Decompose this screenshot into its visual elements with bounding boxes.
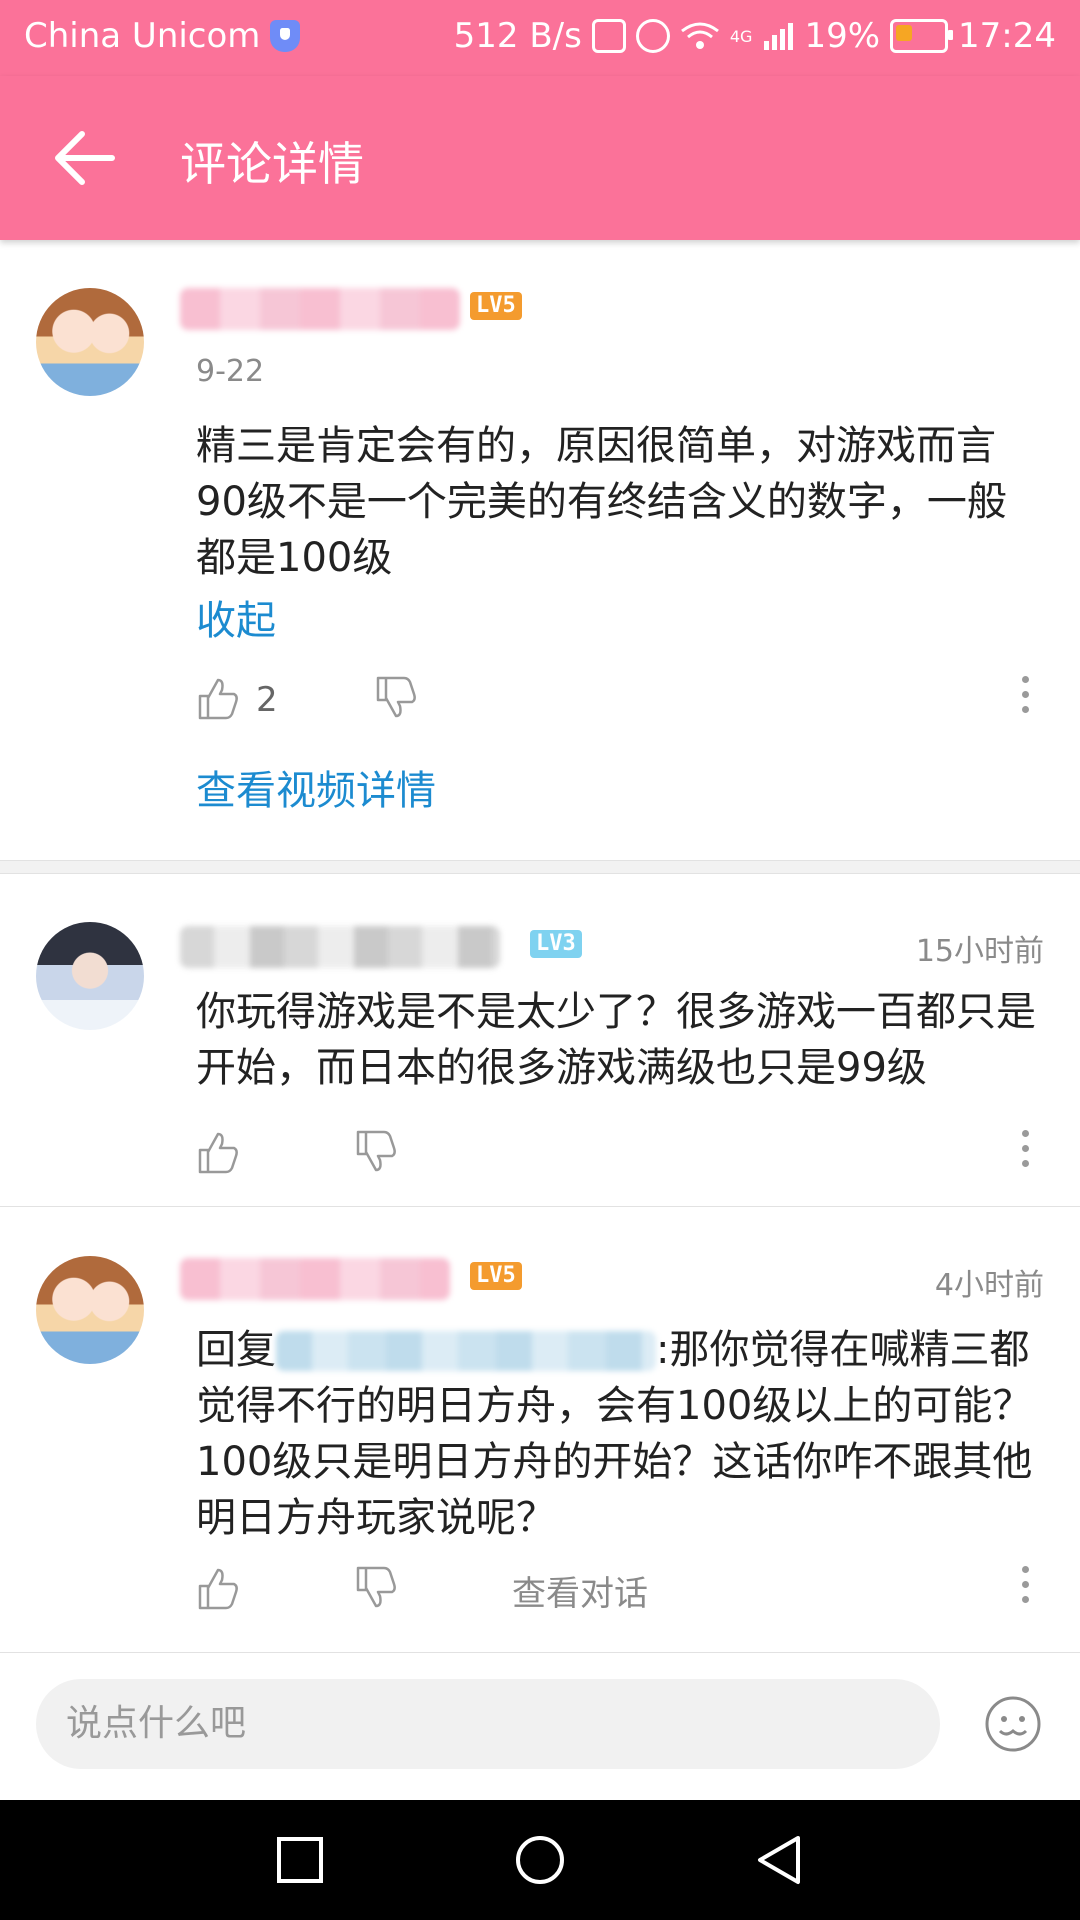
comment-input-bar: 说点什么吧: [0, 1652, 1080, 1801]
alarm-icon: [635, 19, 670, 53]
app-bar: 评论详情: [0, 76, 1080, 240]
network-type: 4G: [729, 26, 753, 46]
back-nav-icon[interactable]: [754, 1834, 806, 1886]
status-bar: China Unicom 512 B/s 4G 19% 17:24: [0, 0, 1080, 76]
avatar[interactable]: [36, 288, 144, 396]
more-icon[interactable]: [1020, 676, 1030, 716]
comment-text: 精三是肯定会有的，原因很简单，对游戏而言90级不是一个完美的有终结含义的数字，一…: [196, 423, 1007, 581]
level-badge: LV3: [530, 930, 582, 958]
comment-text: 回复:那你觉得在喊精三都觉得不行的明日方舟，会有100级以上的可能？100级只是…: [196, 1322, 1046, 1546]
divider: [0, 1206, 1080, 1207]
collapse-link[interactable]: 收起: [196, 588, 276, 646]
comment-time: 4小时前: [934, 1268, 1044, 1303]
level-badge: LV5: [470, 292, 522, 320]
comment-text: 你玩得游戏是不是太少了？很多游戏一百都只是开始，而日本的很多游戏满级也只是99级: [196, 989, 1036, 1091]
comment-input[interactable]: 说点什么吧: [36, 1679, 940, 1769]
emoji-icon[interactable]: [984, 1695, 1042, 1753]
carrier-name: China Unicom: [24, 16, 261, 56]
dislike-icon[interactable]: [354, 1130, 398, 1174]
shield-icon: [270, 20, 301, 52]
section-divider: [0, 860, 1080, 874]
signal-icon: [764, 23, 794, 50]
more-icon[interactable]: [1020, 1566, 1030, 1606]
system-nav-bar: [0, 1800, 1080, 1920]
back-arrow-icon[interactable]: [52, 128, 116, 188]
level-badge: LV5: [470, 1262, 522, 1290]
like-icon[interactable]: [196, 1130, 240, 1174]
network-speed: 512 B/s: [453, 16, 582, 56]
view-conversation-link[interactable]: 查看对话: [512, 1566, 648, 1615]
reply-comment: LV3 15小时前 你玩得游戏是不是太少了？很多游戏一百都只是开始，而日本的很多…: [0, 874, 1080, 1204]
username-blurred[interactable]: [180, 288, 460, 330]
reply-prefix: 回复: [196, 1327, 276, 1373]
main-comment: LV5 9-22 精三是肯定会有的，原因很简单，对游戏而言90级不是一个完美的有…: [0, 240, 1080, 860]
battery-icon: [890, 19, 954, 53]
username-blurred[interactable]: [180, 926, 500, 968]
like-icon[interactable]: [196, 1566, 240, 1610]
wifi-icon: [680, 22, 719, 49]
like-icon[interactable]: [196, 676, 240, 720]
home-icon[interactable]: [514, 1834, 566, 1886]
avatar[interactable]: [36, 922, 144, 1030]
comment-actions: 2: [196, 676, 1080, 726]
avatar[interactable]: [36, 1256, 144, 1364]
reply-target-blurred[interactable]: [276, 1331, 656, 1371]
comment-time: 15小时前: [915, 934, 1044, 969]
dislike-icon[interactable]: [354, 1566, 398, 1610]
view-video-link[interactable]: 查看视频详情: [196, 758, 436, 816]
comment-actions: [196, 1130, 1080, 1180]
username-blurred[interactable]: [180, 1258, 450, 1300]
like-count: 2: [256, 680, 278, 720]
comment-date: 9-22: [196, 354, 265, 389]
reply-comment: LV5 4小时前 回复:那你觉得在喊精三都觉得不行的明日方舟，会有100级以上的…: [0, 1208, 1080, 1650]
battery-percent: 19%: [804, 16, 881, 56]
vibrate-icon: [591, 19, 626, 53]
recents-icon[interactable]: [274, 1834, 326, 1886]
page-title: 评论详情: [180, 137, 364, 191]
comment-actions: 查看对话: [196, 1566, 1080, 1616]
clock: 17:24: [958, 16, 1056, 56]
more-icon[interactable]: [1020, 1130, 1030, 1170]
dislike-icon[interactable]: [374, 676, 418, 720]
